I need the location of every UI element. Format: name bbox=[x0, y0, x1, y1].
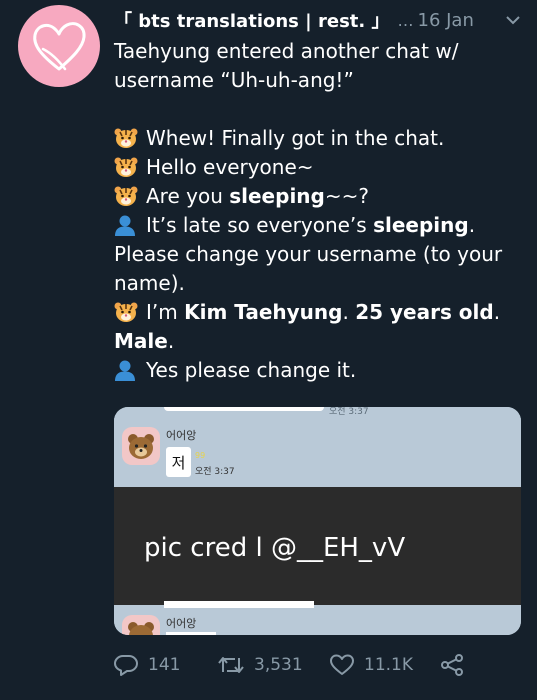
tiger-emoji-icon bbox=[114, 128, 138, 148]
reply-button[interactable]: 141 bbox=[114, 654, 218, 676]
dialogue-line: Male. bbox=[114, 329, 175, 353]
cut-message-time: 오전 3:37 bbox=[329, 407, 369, 417]
retweet-icon bbox=[218, 657, 244, 673]
like-count: 11.1K bbox=[364, 655, 413, 675]
dialogue-line: Please change your username (to your nam… bbox=[114, 242, 503, 295]
dialogue-line: It’s late so everyone’s sleeping. bbox=[114, 211, 519, 240]
dialogue-line: Whew! Finally got in the chat. bbox=[114, 124, 519, 153]
tweet-header: 「 bts translations | rest. 」 … 16 Jan bbox=[114, 8, 525, 32]
intro-line-1: Taehyung entered another chat w/ bbox=[114, 39, 459, 63]
retweet-count: 3,531 bbox=[254, 655, 303, 675]
retweet-button[interactable]: 3,531 bbox=[218, 654, 330, 676]
heart-logo-icon bbox=[33, 22, 86, 71]
chat-screenshot-top: 오전 3:37 어어앙 저 99 오전 3:37 bbox=[114, 407, 521, 487]
avatar[interactable] bbox=[18, 5, 100, 87]
dialogue-line: I’m Kim Taehyung. 25 years old. bbox=[114, 298, 519, 327]
tweet-date[interactable]: 16 Jan bbox=[418, 10, 474, 31]
display-name[interactable]: 「 bts translations | rest. 」 bbox=[114, 7, 390, 33]
share-icon bbox=[441, 654, 463, 676]
tweet-actions: 141 3,531 11.1K bbox=[114, 651, 474, 679]
dialogue-line: Are you sleeping~~? bbox=[114, 182, 519, 211]
chat-message-time: 오전 3:37 bbox=[195, 467, 235, 477]
cut-message-bubble bbox=[164, 407, 324, 411]
tweet-media-image[interactable]: 오전 3:37 어어앙 저 99 오전 3:37 pic cred l @__E… bbox=[114, 407, 521, 635]
share-button[interactable] bbox=[440, 654, 474, 676]
chat-nickname: 어어앙 bbox=[166, 429, 197, 442]
dialogue-line: Yes please change it. bbox=[114, 356, 519, 385]
bear-avatar-icon bbox=[122, 615, 160, 635]
separator: … bbox=[397, 10, 414, 30]
chat-nickname: 어어앙 bbox=[166, 617, 197, 630]
bear-avatar-icon bbox=[122, 427, 160, 465]
reply-icon bbox=[114, 655, 138, 676]
intro-line-2: username “Uh-uh-ang!” bbox=[114, 68, 354, 92]
chat-screenshot-bottom: 어어앙 bbox=[114, 601, 521, 635]
tiger-emoji-icon bbox=[114, 157, 138, 177]
chat-message-bubble: 저 bbox=[166, 447, 191, 477]
person-silhouette-icon bbox=[115, 360, 135, 381]
reply-count: 141 bbox=[148, 655, 181, 675]
like-button[interactable]: 11.1K bbox=[330, 654, 440, 676]
person-silhouette-icon bbox=[115, 215, 135, 236]
tiger-emoji-icon bbox=[114, 186, 138, 206]
chevron-down-icon[interactable] bbox=[505, 12, 521, 28]
tweet-text: Taehyung entered another chat w/ usernam… bbox=[114, 37, 519, 385]
dialogue-line: Hello everyone~ bbox=[114, 153, 519, 182]
heart-icon bbox=[330, 654, 354, 675]
cut-message-bubble bbox=[164, 601, 314, 608]
photo-credit: pic cred l @__EH_vV bbox=[144, 533, 406, 563]
tiger-emoji-icon bbox=[114, 302, 138, 322]
cut-message-bubble bbox=[166, 632, 216, 635]
unread-count: 99 bbox=[195, 451, 206, 460]
